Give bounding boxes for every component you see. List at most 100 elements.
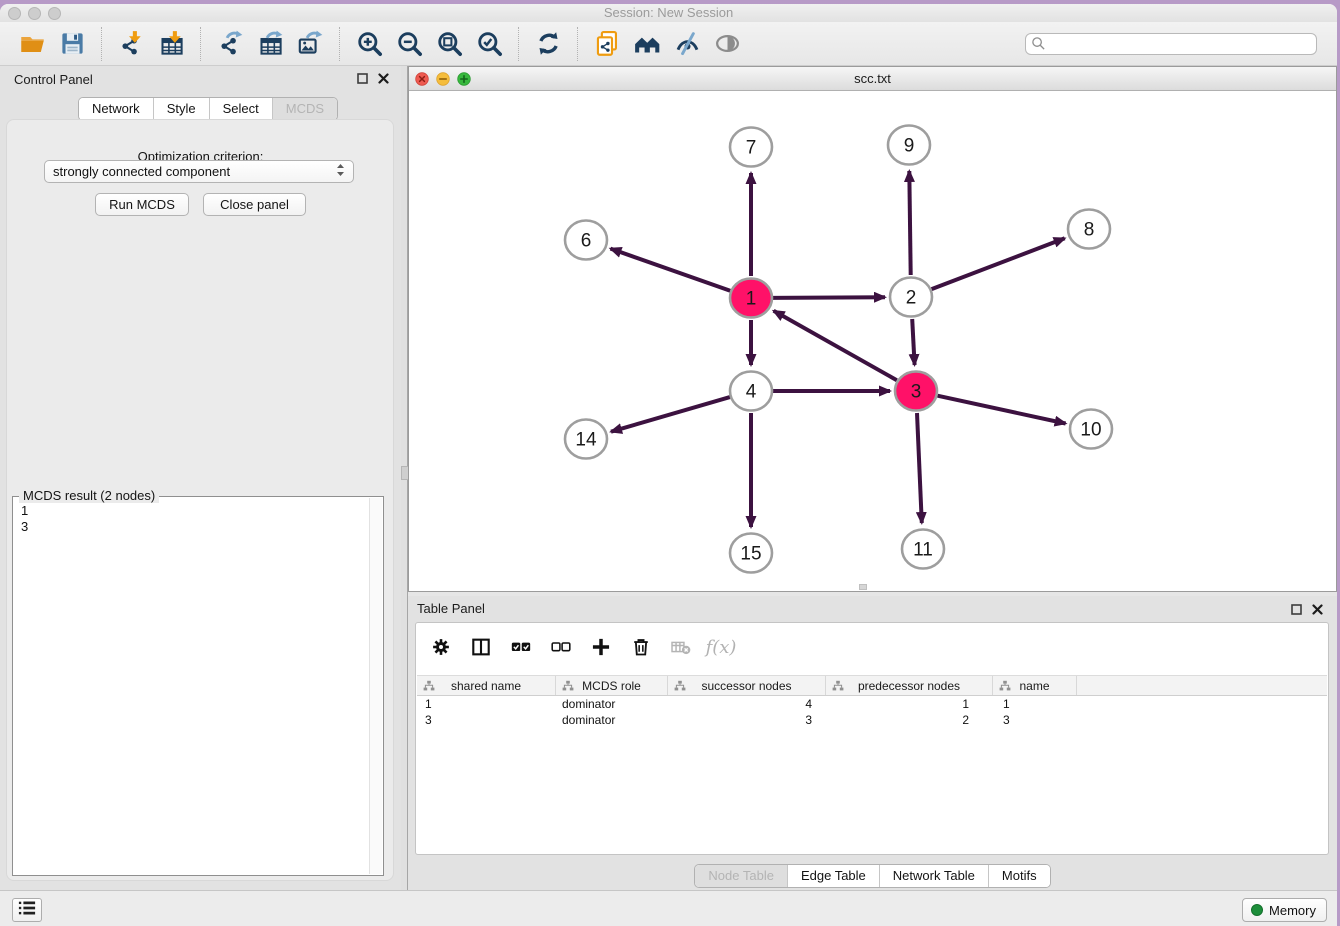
node-9[interactable]: 9 <box>888 126 930 165</box>
column-header-name[interactable]: name <box>993 676 1077 695</box>
result-scrollbar[interactable] <box>369 498 382 874</box>
close-panel-icon[interactable] <box>378 73 389 84</box>
node-2[interactable]: 2 <box>890 278 932 317</box>
node-6[interactable]: 6 <box>565 221 607 260</box>
node-14[interactable]: 14 <box>565 420 607 459</box>
add-column-glyph <box>590 636 612 658</box>
cell[interactable]: 1 <box>826 696 993 712</box>
refresh-layout-icon[interactable] <box>531 28 565 60</box>
delete-columns-icon[interactable] <box>628 634 654 660</box>
cell[interactable]: 1 <box>417 696 556 712</box>
memory-button[interactable]: Memory <box>1242 898 1327 922</box>
import-table-from-file-icon[interactable] <box>154 28 188 60</box>
export-table-icon[interactable] <box>253 28 287 60</box>
main-toolbar <box>0 22 1337 66</box>
edge-2-8[interactable] <box>932 238 1065 289</box>
table-tab-network-table[interactable]: Network Table <box>879 865 988 887</box>
toolbar-separator <box>200 27 201 61</box>
column-header-shared-name[interactable]: shared name <box>417 676 556 695</box>
table-tab-edge-table[interactable]: Edge Table <box>787 865 879 887</box>
task-history-button[interactable] <box>12 898 42 922</box>
export-network-icon[interactable] <box>213 28 247 60</box>
zoom-out-icon[interactable] <box>392 28 426 60</box>
criterion-dropdown[interactable]: strongly connected component <box>44 160 354 183</box>
table-row[interactable]: 1dominator411 <box>417 696 1327 712</box>
node-4[interactable]: 4 <box>730 372 772 411</box>
node-label: 4 <box>746 382 757 403</box>
first-neighbors-icon[interactable] <box>630 28 664 60</box>
edge-4-14[interactable] <box>611 397 730 432</box>
table-toolbar: f(x) <box>428 631 734 663</box>
edge-1-2[interactable] <box>773 297 885 298</box>
close-panel-button[interactable]: Close panel <box>203 193 306 216</box>
new-network-from-selection-icon[interactable] <box>590 28 624 60</box>
node-1[interactable]: 1 <box>730 279 772 318</box>
node-3[interactable]: 3 <box>895 372 937 411</box>
tab-mcds[interactable]: MCDS <box>272 98 337 120</box>
export-image-icon[interactable] <box>293 28 327 60</box>
tab-select[interactable]: Select <box>209 98 272 120</box>
search-input[interactable] <box>1025 33 1317 55</box>
add-column-icon[interactable] <box>588 634 614 660</box>
column-label: name <box>1019 679 1049 693</box>
tab-network[interactable]: Network <box>79 98 153 120</box>
main-titlebar: Session: New Session <box>0 4 1337 22</box>
network-canvas[interactable]: 7 9 6 8 1 2 4 3 14 10 15 11 <box>409 91 1336 591</box>
node-11[interactable]: 11 <box>902 530 944 569</box>
cell[interactable]: 3 <box>417 712 556 728</box>
show-column-panel-icon[interactable] <box>468 634 494 660</box>
vertical-splitter[interactable] <box>401 66 408 890</box>
column-header-successor-nodes[interactable]: successor nodes <box>668 676 826 695</box>
save-session-icon[interactable] <box>55 28 89 60</box>
tab-style[interactable]: Style <box>153 98 209 120</box>
node-8[interactable]: 8 <box>1068 210 1110 249</box>
table-tab-motifs[interactable]: Motifs <box>988 865 1050 887</box>
canvas-resize-handle[interactable] <box>859 584 867 590</box>
edge-3-11[interactable] <box>917 413 922 523</box>
cell[interactable]: 2 <box>826 712 993 728</box>
memory-status-icon <box>1251 904 1263 916</box>
node-label: 6 <box>581 231 592 252</box>
graphics-details-icon[interactable] <box>670 28 704 60</box>
cell[interactable]: 1 <box>993 696 1077 712</box>
edge-2-3[interactable] <box>912 319 914 365</box>
edge-1-6[interactable] <box>611 249 731 291</box>
run-mcds-button[interactable]: Run MCDS <box>95 193 189 216</box>
import-network-from-file-icon[interactable] <box>114 28 148 60</box>
node-7[interactable]: 7 <box>730 128 772 167</box>
save-session-glyph <box>59 30 86 57</box>
zoom-selected-glyph <box>476 30 503 57</box>
cell[interactable]: dominator <box>556 696 668 712</box>
table-mode-icon[interactable] <box>428 634 454 660</box>
mcds-result-list: 13 <box>13 499 369 873</box>
column-header-predecessor-nodes[interactable]: predecessor nodes <box>826 676 993 695</box>
node-15[interactable]: 15 <box>730 534 772 573</box>
birds-eye-view-icon[interactable] <box>710 28 744 60</box>
cell[interactable]: 3 <box>668 712 826 728</box>
open-session-icon[interactable] <box>15 28 49 60</box>
table-tab-node-table[interactable]: Node Table <box>695 865 787 887</box>
edge-3-1[interactable] <box>774 311 897 380</box>
cell[interactable]: 3 <box>993 712 1077 728</box>
close-table-panel-icon[interactable] <box>1312 602 1323 620</box>
toolbar-separator <box>577 27 578 61</box>
column-sort-icon <box>674 680 686 695</box>
zoom-in-icon[interactable] <box>352 28 386 60</box>
float-panel-icon[interactable] <box>357 73 368 84</box>
float-table-panel-icon[interactable] <box>1291 602 1302 620</box>
table-row[interactable]: 3dominator323 <box>417 712 1327 728</box>
cell[interactable]: dominator <box>556 712 668 728</box>
cell[interactable]: 4 <box>668 696 826 712</box>
edge-3-10[interactable] <box>938 396 1066 424</box>
column-header-MCDS-role[interactable]: MCDS role <box>556 676 668 695</box>
select-all-columns-icon[interactable] <box>508 634 534 660</box>
deselect-all-columns-icon[interactable] <box>548 634 574 660</box>
zoom-selected-icon[interactable] <box>472 28 506 60</box>
export-table-glyph <box>257 30 284 57</box>
zoom-fit-content-icon[interactable] <box>432 28 466 60</box>
node-10[interactable]: 10 <box>1070 410 1112 449</box>
table-header-row: shared nameMCDS rolesuccessor nodesprede… <box>417 675 1327 696</box>
edge-2-9[interactable] <box>909 171 910 275</box>
node-label: 14 <box>575 430 597 451</box>
zoom-in-glyph <box>356 30 383 57</box>
